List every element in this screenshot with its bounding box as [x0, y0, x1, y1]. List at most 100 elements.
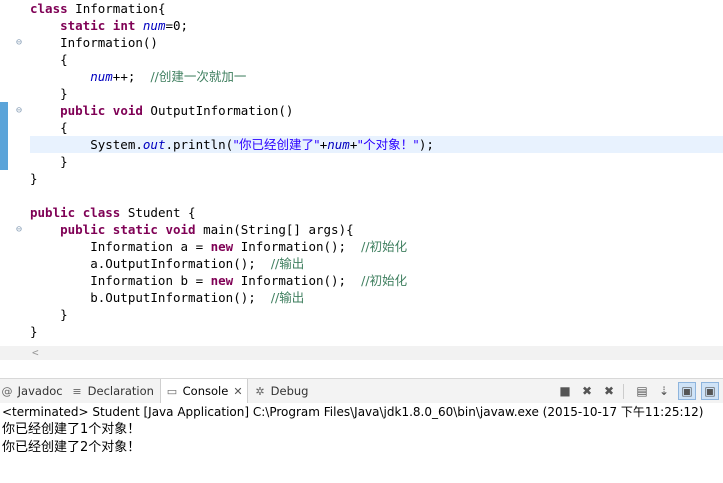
- clear-console-button[interactable]: ▤: [633, 382, 651, 400]
- overview-ruler: [0, 0, 12, 346]
- code-token: num: [327, 137, 350, 152]
- fold-toggle-icon[interactable]: ⊖: [16, 102, 25, 119]
- code-token: //创建一次就加一: [150, 69, 247, 84]
- code-line: a.OutputInformation(); //输出: [30, 255, 304, 272]
- code-line: Information a = new Information(); //初始化: [30, 238, 407, 255]
- debug-icon: ✲: [255, 385, 265, 398]
- code-line: public static void main(String[] args){: [30, 221, 354, 238]
- code-editor[interactable]: class Information{ static int num=0; Inf…: [0, 0, 723, 346]
- code-line: num++; //创建一次就加一: [30, 68, 246, 85]
- show-console-on-error-button[interactable]: ▣: [701, 382, 719, 400]
- fold-toggle-icon[interactable]: ⊖: [16, 221, 25, 238]
- code-token: //输出: [270, 256, 305, 271]
- code-line: {: [30, 51, 68, 68]
- view-tab-bar: @ Javadoc ≡ Declaration ▭ Console ✕ ✲ Debug …: [0, 378, 723, 404]
- code-token: new: [210, 239, 234, 254]
- code-line: {: [30, 119, 68, 136]
- console-output-line: 你已经创建了2个对象！: [2, 440, 141, 455]
- code-token: Information(): [30, 35, 158, 50]
- code-token: new: [210, 273, 234, 288]
- code-line: Information(): [30, 34, 158, 51]
- code-token: int: [112, 18, 136, 33]
- code-token: "个对象！": [357, 137, 419, 152]
- at-icon: @: [1, 385, 13, 398]
- code-line: }: [30, 170, 38, 187]
- code-token: public: [30, 205, 76, 220]
- tab-label: Declaration: [84, 384, 154, 398]
- tab-declaration[interactable]: ≡ Declaration: [70, 379, 154, 403]
- tab-debug[interactable]: ✲ Debug: [253, 379, 308, 403]
- code-line: public class Student {: [30, 204, 196, 221]
- code-token: out: [142, 137, 166, 152]
- code-token: void: [165, 222, 196, 237]
- code-token: Student {: [120, 205, 196, 220]
- console-view: <terminated> Student [Java Application] …: [0, 403, 723, 483]
- close-icon[interactable]: ✕: [233, 385, 242, 398]
- code-token: System.: [30, 137, 143, 152]
- code-token: }: [30, 324, 38, 339]
- code-token: num: [142, 18, 166, 33]
- code-token: OutputInformation(): [142, 103, 294, 118]
- show-console-on-output-button[interactable]: ▣: [678, 382, 696, 400]
- code-token: static: [112, 222, 158, 237]
- scroll-lock-button[interactable]: ⇣: [655, 382, 673, 400]
- code-line: Information b = new Information(); //初始化: [30, 272, 407, 289]
- remove-all-terminated-button[interactable]: ✖: [600, 382, 618, 400]
- code-token: "你已经创建了": [233, 137, 320, 152]
- code-line: }: [30, 153, 68, 170]
- code-token: =0;: [165, 18, 189, 33]
- code-token: b.OutputInformation();: [30, 290, 271, 305]
- code-line: }: [30, 85, 68, 102]
- code-line: public void OutputInformation(): [30, 102, 293, 119]
- code-token: }: [30, 307, 68, 322]
- code-token: {: [30, 120, 68, 135]
- horizontal-scrollbar[interactable]: <: [0, 346, 723, 360]
- code-token: static: [60, 18, 106, 33]
- terminate-button[interactable]: ■: [556, 382, 574, 400]
- code-line: }: [30, 323, 38, 340]
- code-token: ++;: [112, 69, 151, 84]
- tab-label: Debug: [267, 384, 309, 398]
- tab-label: Console: [179, 384, 229, 398]
- fold-toggle-icon[interactable]: ⊖: [16, 34, 25, 51]
- code-token: {: [30, 52, 68, 67]
- code-token: public: [60, 222, 106, 237]
- code-token: Information b =: [30, 273, 211, 288]
- code-token: }: [30, 86, 68, 101]
- code-token: //初始化: [361, 239, 408, 254]
- code-token: Information();: [233, 273, 362, 288]
- console-title: <terminated> Student [Java Application] …: [2, 405, 704, 419]
- code-token: num: [90, 69, 113, 84]
- code-token: public: [60, 103, 106, 118]
- console-output-line: 你已经创建了1个对象！: [2, 422, 141, 437]
- code-token: //初始化: [361, 273, 408, 288]
- tab-console[interactable]: ▭ Console ✕: [160, 379, 248, 403]
- code-token: Information();: [233, 239, 362, 254]
- code-line: class Information{: [30, 0, 165, 17]
- code-token: class: [30, 1, 68, 16]
- code-token: class: [82, 205, 121, 220]
- code-token: }: [30, 171, 38, 186]
- code-token: );: [418, 137, 434, 152]
- tab-javadoc[interactable]: @ Javadoc: [0, 379, 63, 403]
- code-token: a.OutputInformation();: [30, 256, 271, 271]
- scroll-left-icon[interactable]: <: [32, 346, 39, 360]
- code-token: main(String[] args){: [195, 222, 354, 237]
- change-marker: [0, 102, 8, 170]
- code-token: //输出: [270, 290, 305, 305]
- code-line: System.out.println("你已经创建了"+num+"个对象！");: [30, 136, 723, 153]
- remove-launch-button[interactable]: ✖: [578, 382, 596, 400]
- code-line: static int num=0;: [30, 17, 188, 34]
- code-token: .println(: [165, 137, 234, 152]
- code-line: b.OutputInformation(); //输出: [30, 289, 304, 306]
- declaration-icon: ≡: [72, 385, 82, 398]
- code-token: Information a =: [30, 239, 211, 254]
